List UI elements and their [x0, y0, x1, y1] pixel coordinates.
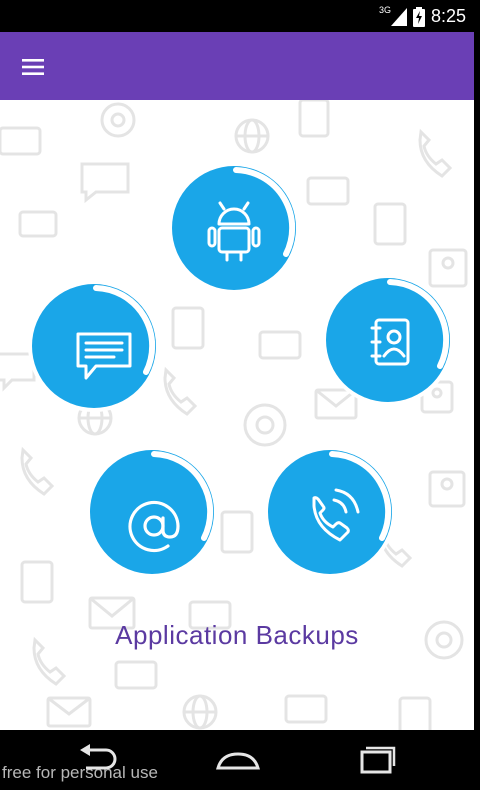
status-bar: 3G 8:25: [0, 0, 480, 32]
hamburger-menu-icon: [22, 59, 44, 75]
recents-button[interactable]: [352, 742, 398, 780]
circle-ring: [264, 446, 396, 578]
backup-calls-button[interactable]: [262, 442, 402, 582]
main-content: Application Backups: [0, 100, 474, 730]
circle-ring: [86, 446, 218, 578]
backup-apps-button[interactable]: [166, 158, 306, 298]
clock: 8:25: [430, 6, 466, 26]
circle-ring: [322, 274, 454, 406]
circle-ring: [28, 280, 160, 412]
signal-icon: [390, 7, 407, 26]
home-button[interactable]: [212, 742, 264, 780]
recents-icon: [360, 746, 396, 774]
status-icons: 3G 8:25: [378, 4, 466, 27]
watermark: free for personal use: [2, 763, 158, 782]
backup-sms-button[interactable]: [26, 276, 166, 416]
app-bar: [0, 32, 474, 100]
menu-button[interactable]: [18, 52, 48, 82]
battery-icon: [412, 6, 425, 27]
home-icon: [216, 752, 260, 770]
circle-ring: [168, 162, 300, 294]
right-edge: [474, 32, 480, 730]
network-type: 3G: [378, 4, 391, 15]
backup-contacts-button[interactable]: [320, 270, 460, 410]
page-title: Application Backups: [115, 620, 359, 650]
backup-email-button[interactable]: [84, 442, 224, 582]
